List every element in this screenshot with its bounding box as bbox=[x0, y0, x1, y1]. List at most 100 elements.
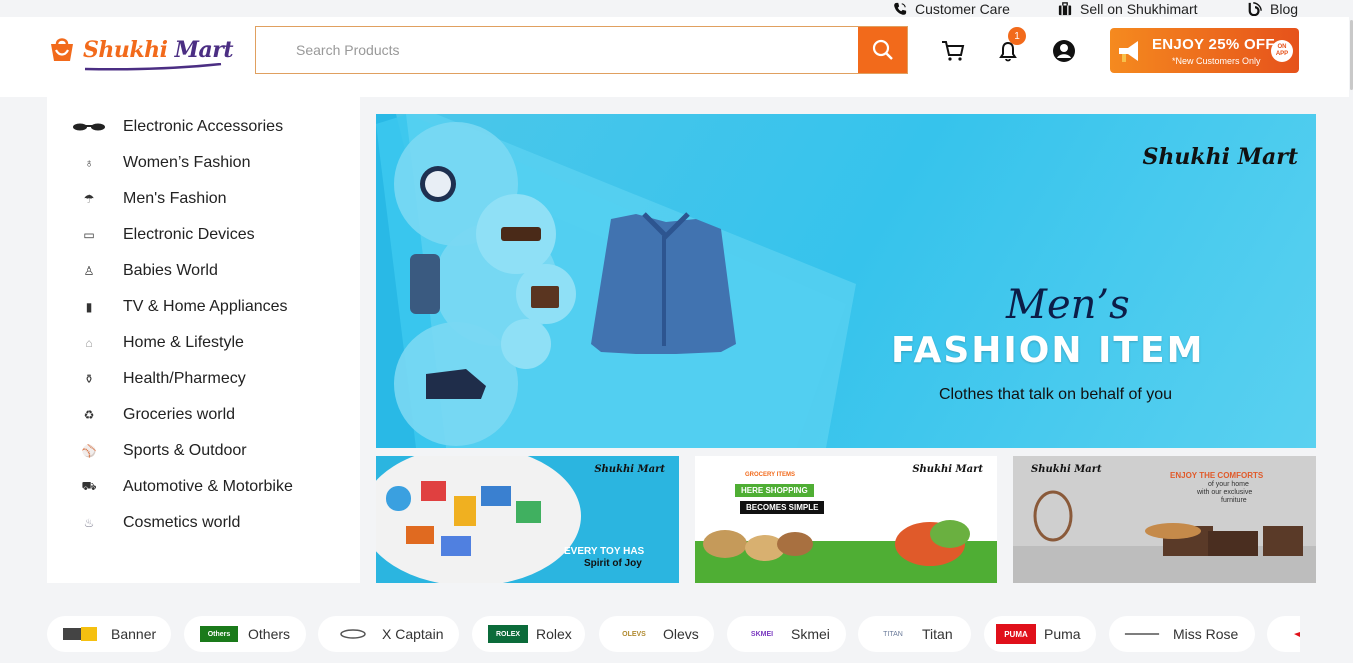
brand-chip-banner[interactable]: Banner bbox=[47, 616, 171, 652]
promo-subtitle: *New Customers Only bbox=[1172, 56, 1261, 66]
category-label: Babies World bbox=[123, 262, 218, 279]
hero-subtitle: Clothes that talk on behalf of you bbox=[939, 386, 1173, 403]
brand-name: Titan bbox=[922, 626, 953, 642]
blog-icon bbox=[1248, 1, 1262, 16]
others-logo: Others bbox=[200, 626, 238, 642]
toys-line2: Spirit of Joy bbox=[584, 558, 642, 569]
briefcase-icon bbox=[1058, 1, 1072, 15]
brand-name: Miss Rose bbox=[1173, 626, 1239, 642]
category-home-lifestyle[interactable]: ⌂ Home & Lifestyle bbox=[47, 325, 360, 361]
promo-banner[interactable]: ENJOY 25% OFF *New Customers Only ON APP bbox=[1110, 28, 1299, 73]
furniture-graphic bbox=[1013, 490, 1316, 583]
sell-link[interactable]: Sell on Shukhimart bbox=[1058, 0, 1198, 17]
search-input[interactable] bbox=[256, 27, 858, 73]
megaphone-icon bbox=[1119, 41, 1138, 62]
category-womens-fashion[interactable]: ♁ Women’s Fashion bbox=[47, 145, 360, 181]
olevs-logo: OLEVS bbox=[622, 630, 646, 638]
category-electronic-accessories[interactable]: Electronic Accessories bbox=[47, 109, 360, 145]
brand-chip-rolex[interactable]: ROLEX Rolex bbox=[472, 616, 585, 652]
banner-logo-icon bbox=[61, 626, 99, 642]
logo-swoosh-icon bbox=[84, 63, 222, 71]
furniture-banner[interactable]: Shukhi Mart ENJOY THE COMFORTS of your h… bbox=[1013, 456, 1316, 583]
grocery-tag: GROCERY ITEMS bbox=[745, 472, 796, 478]
brand-name: Olevs bbox=[663, 626, 699, 642]
sports-icon: ⚾ bbox=[81, 444, 97, 458]
brand-chip-olevs[interactable]: OLEVS Olevs bbox=[599, 616, 714, 652]
cosmetics-icon: ♨ bbox=[83, 516, 95, 530]
category-sidebar: Electronic Accessories ♁ Women’s Fashion … bbox=[47, 97, 360, 583]
category-label: Health/Pharmecy bbox=[123, 370, 246, 387]
category-automotive-motorbike[interactable]: ⛟ Automotive & Motorbike bbox=[47, 469, 360, 505]
page-scrollbar[interactable] bbox=[1349, 0, 1353, 663]
category-label: Electronic Accessories bbox=[123, 118, 284, 135]
blog-label: Blog bbox=[1270, 0, 1299, 17]
category-health-pharmacy[interactable]: ⚱ Health/Pharmecy bbox=[47, 361, 360, 397]
hero-title: FASHION ITEM bbox=[891, 330, 1205, 371]
brand-strip: Banner Others Others X Captain ROLEX Rol… bbox=[47, 616, 1300, 652]
logo-part2: Mart bbox=[167, 37, 234, 63]
baby-icon: ♙ bbox=[83, 264, 95, 278]
category-mens-fashion[interactable]: ☂ Men's Fashion bbox=[47, 181, 360, 217]
category-sports-outdoor[interactable]: ⚾ Sports & Outdoor bbox=[47, 433, 360, 469]
sell-label: Sell on Shukhimart bbox=[1080, 0, 1198, 17]
customer-care-link[interactable]: Customer Care bbox=[893, 0, 1010, 17]
grocery-line2: BECOMES SIMPLE bbox=[740, 501, 825, 514]
category-label: Sports & Outdoor bbox=[123, 442, 247, 459]
brand-name: Banner bbox=[111, 626, 157, 642]
grocery-banner[interactable]: Shukhi Mart GROCERY ITEMS HERE SHOPPING … bbox=[695, 456, 997, 583]
brand-name: Puma bbox=[1044, 626, 1081, 642]
category-label: TV & Home Appliances bbox=[123, 298, 288, 315]
search-button[interactable] bbox=[858, 27, 907, 73]
tile-brand: Shukhi Mart bbox=[594, 464, 665, 475]
titan-logo: TITAN bbox=[883, 630, 903, 638]
brand-chip-others[interactable]: Others Others bbox=[184, 616, 306, 652]
promo-title: ENJOY 25% OFF bbox=[1152, 36, 1275, 53]
shopping-bag-logo-icon bbox=[51, 38, 73, 61]
x-captain-logo-icon bbox=[334, 626, 372, 642]
header: Shukhi Mart 1 ENJOY 25% OFF *New Custome… bbox=[0, 17, 1353, 97]
category-groceries-world[interactable]: ♻ Groceries world bbox=[47, 397, 360, 433]
top-bar: Customer Care Sell on Shukhimart Blog bbox=[0, 0, 1353, 17]
furniture-line3: with our exclusive bbox=[1197, 489, 1253, 496]
brand-name: Others bbox=[248, 626, 291, 642]
miss-rose-logo-icon bbox=[1123, 626, 1161, 642]
toys-banner[interactable]: Shukhi Mart EVERY TOY HAS Spirit of Joy bbox=[376, 456, 679, 583]
category-tv-home-appliances[interactable]: ▮ TV & Home Appliances bbox=[47, 289, 360, 325]
category-cosmetics-world[interactable]: ♨ Cosmetics world bbox=[47, 505, 360, 541]
category-label: Men's Fashion bbox=[123, 190, 227, 207]
logo-part1: Shukhi bbox=[83, 37, 168, 63]
hero-brand-logo: Shukhi Mart bbox=[1142, 144, 1299, 170]
tile-brand: Shukhi Mart bbox=[1031, 464, 1102, 475]
puma-logo: PUMA bbox=[996, 624, 1036, 644]
basket-icon: ♻ bbox=[83, 408, 95, 422]
account-icon[interactable] bbox=[1052, 39, 1076, 63]
category-label: Groceries world bbox=[123, 406, 236, 423]
brand-chip-next[interactable] bbox=[1267, 616, 1300, 652]
brand-chip-x-captain[interactable]: X Captain bbox=[318, 616, 459, 652]
grocery-line1: HERE SHOPPING bbox=[735, 484, 814, 497]
furniture-line4: furniture bbox=[1221, 497, 1247, 504]
car-icon: ⛟ bbox=[81, 479, 97, 493]
rolex-logo: ROLEX bbox=[488, 625, 528, 643]
hero-script-title: Men’s bbox=[1006, 282, 1130, 328]
brand-chip-puma[interactable]: PUMA Puma bbox=[984, 616, 1096, 652]
brand-name: X Captain bbox=[382, 626, 444, 642]
blog-link[interactable]: Blog bbox=[1248, 0, 1298, 17]
promo-app-badge: ON APP bbox=[1271, 40, 1293, 62]
laptop-icon: ▭ bbox=[83, 228, 95, 242]
category-electronic-devices[interactable]: ▭ Electronic Devices bbox=[47, 217, 360, 253]
brand-name: Rolex bbox=[536, 626, 572, 642]
toys-line1: EVERY TOY HAS bbox=[564, 546, 645, 557]
brand-chip-skmei[interactable]: SKMEI Skmei bbox=[727, 616, 846, 652]
dress-icon: ♁ bbox=[84, 156, 94, 170]
site-logo[interactable]: Shukhi Mart bbox=[47, 35, 234, 71]
brand-chip-miss-rose[interactable]: Miss Rose bbox=[1109, 616, 1255, 652]
brand-chip-titan[interactable]: TITAN Titan bbox=[858, 616, 971, 652]
hero-banner[interactable]: Shukhi Mart Men’s FASHION ITEM Clothes t… bbox=[376, 114, 1316, 448]
category-babies-world[interactable]: ♙ Babies World bbox=[47, 253, 360, 289]
phone-icon bbox=[894, 2, 907, 15]
lamp-icon: ⌂ bbox=[85, 336, 93, 350]
brand-name: Skmei bbox=[791, 626, 830, 642]
category-label: Cosmetics world bbox=[123, 514, 241, 531]
cart-icon[interactable] bbox=[941, 39, 965, 63]
